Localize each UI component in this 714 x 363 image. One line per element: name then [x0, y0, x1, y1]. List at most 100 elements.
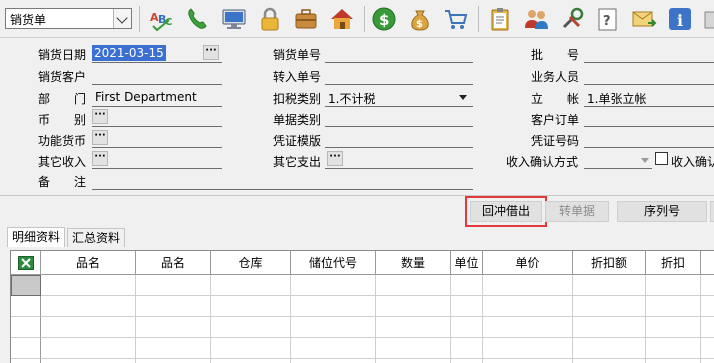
cart-icon[interactable]	[441, 4, 471, 34]
grid-cell[interactable]	[376, 359, 451, 363]
grid-cell[interactable]	[483, 296, 573, 317]
grid-cell[interactable]	[451, 317, 483, 338]
other-expense-field[interactable]	[325, 168, 473, 169]
grid-cell[interactable]	[701, 338, 714, 359]
batch-field[interactable]	[584, 62, 714, 63]
grid-cell[interactable]	[573, 338, 646, 359]
transfer-no-field[interactable]	[325, 84, 473, 85]
grid-cell[interactable]	[376, 338, 451, 359]
customer-order-field[interactable]	[584, 126, 714, 127]
spellcheck-icon[interactable]: ABC	[147, 4, 177, 34]
grid-cell[interactable]	[483, 359, 573, 363]
other-income-field[interactable]	[92, 168, 222, 169]
dollar-icon[interactable]: $	[369, 4, 399, 34]
grid-cell[interactable]	[291, 275, 376, 296]
grid-cell[interactable]	[646, 275, 701, 296]
func-currency-field[interactable]	[92, 147, 222, 148]
grid-cell[interactable]	[291, 296, 376, 317]
grid-cell[interactable]	[211, 317, 291, 338]
grid-cell[interactable]	[483, 275, 573, 296]
grid-cell[interactable]	[646, 359, 701, 363]
other-income-picker-button[interactable]: ···	[92, 151, 108, 166]
help-doc-icon[interactable]: ?	[593, 4, 623, 34]
grid-cell[interactable]	[291, 359, 376, 363]
voucher-template-field[interactable]	[325, 147, 473, 148]
clipboard-icon[interactable]	[485, 4, 515, 34]
tab-detail[interactable]: 明细资料	[7, 227, 66, 247]
grid-col-header[interactable]: 单价	[483, 251, 573, 275]
grid-cell[interactable]	[573, 317, 646, 338]
grid-cell[interactable]	[573, 296, 646, 317]
grid-cell[interactable]	[483, 317, 573, 338]
document-type-select[interactable]: 销货单	[5, 8, 132, 29]
grid-cell[interactable]	[41, 338, 136, 359]
grid-cell[interactable]	[291, 338, 376, 359]
grid-cell[interactable]	[451, 296, 483, 317]
grid-cell[interactable]	[211, 338, 291, 359]
sale-date-picker-button[interactable]: ···	[203, 45, 219, 60]
grid-row-header[interactable]	[11, 275, 41, 296]
grid-row-header[interactable]	[11, 296, 41, 317]
grid-cell[interactable]	[136, 338, 211, 359]
grid-row-header[interactable]	[11, 338, 41, 359]
sale-no-field[interactable]	[325, 62, 473, 63]
dept-field[interactable]: First Department	[95, 90, 197, 104]
other-expense-picker-button[interactable]: ···	[327, 151, 343, 166]
serial-no-button[interactable]: 序列号	[617, 201, 707, 222]
grid-col-header[interactable]: 单位	[451, 251, 483, 275]
grid-cell[interactable]	[646, 338, 701, 359]
grid-cell[interactable]	[376, 296, 451, 317]
grid-cell[interactable]	[136, 296, 211, 317]
grid-cell[interactable]	[376, 275, 451, 296]
grid-corner-excel-button[interactable]	[11, 251, 41, 275]
grid-cell[interactable]	[291, 317, 376, 338]
chevron-down-icon[interactable]	[113, 9, 131, 28]
tab-summary[interactable]: 汇总资料	[67, 228, 126, 247]
grid-cell[interactable]	[646, 317, 701, 338]
chevron-down-icon[interactable]	[459, 95, 467, 100]
sale-date-field[interactable]: 2021-03-15	[92, 45, 166, 61]
money-bag-icon[interactable]: $	[405, 4, 435, 34]
tax-type-select[interactable]: 1.不计税	[328, 90, 375, 107]
grid-cell[interactable]	[41, 296, 136, 317]
briefcase-icon[interactable]	[291, 4, 321, 34]
chevron-down-icon[interactable]	[641, 158, 649, 163]
grid-cell[interactable]	[136, 275, 211, 296]
grid-cell[interactable]	[451, 359, 483, 363]
grid-row-header[interactable]	[11, 359, 41, 363]
grid-cell[interactable]	[451, 275, 483, 296]
grid-cell[interactable]	[573, 275, 646, 296]
transfer-doc-button[interactable]: 转单据	[545, 201, 609, 222]
grid-cell[interactable]	[573, 359, 646, 363]
grid-row-header[interactable]	[11, 317, 41, 338]
grid-cell[interactable]	[701, 317, 714, 338]
currency-field[interactable]	[92, 126, 222, 127]
grid-col-header[interactable]: 品名	[41, 251, 136, 275]
grid-cell[interactable]	[136, 317, 211, 338]
mail-icon[interactable]	[629, 4, 659, 34]
more-icon[interactable]	[701, 4, 714, 34]
grid-cell[interactable]	[211, 296, 291, 317]
bill-type-field[interactable]	[325, 126, 473, 127]
tools-icon[interactable]	[557, 4, 587, 34]
grid-cell[interactable]	[41, 317, 136, 338]
monitor-icon[interactable]	[219, 4, 249, 34]
grid-col-header[interactable]: 品名	[136, 251, 211, 275]
currency-picker-button[interactable]: ···	[92, 109, 108, 124]
grid-cell[interactable]	[41, 359, 136, 363]
customer-field[interactable]	[92, 84, 222, 85]
grid-cell[interactable]	[211, 359, 291, 363]
grid-cell[interactable]	[483, 338, 573, 359]
grid-cell[interactable]	[451, 338, 483, 359]
lock-icon[interactable]	[255, 4, 285, 34]
grid-cell[interactable]	[136, 359, 211, 363]
grid-cell[interactable]	[41, 275, 136, 296]
account-field[interactable]: 1.单张立帐	[587, 90, 646, 107]
income-confirm-select[interactable]	[584, 168, 652, 169]
grid-col-header[interactable]: 仓库	[211, 251, 291, 275]
grid-col-header[interactable]: 折扣额	[573, 251, 646, 275]
users-icon[interactable]	[521, 4, 551, 34]
income-confirm-checkbox[interactable]	[655, 152, 668, 165]
voucher-no-field[interactable]	[584, 147, 714, 148]
func-currency-picker-button[interactable]: ···	[92, 130, 108, 145]
